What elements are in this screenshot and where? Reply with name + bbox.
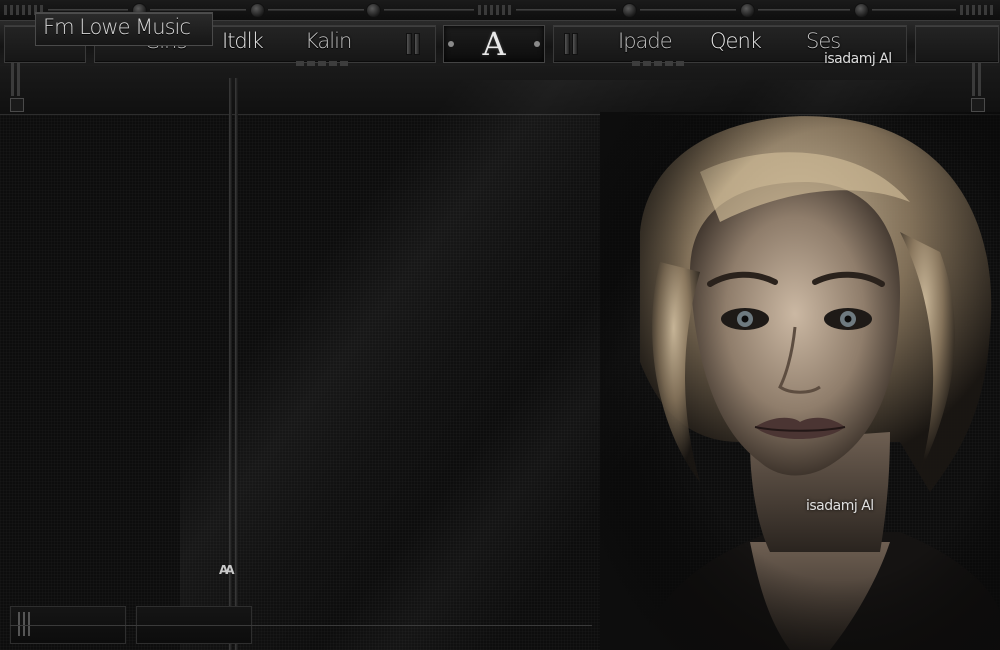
page-title: Fm Lowe Music (43, 15, 191, 39)
nav-item-ipade[interactable]: Ipade (618, 29, 673, 53)
rail-line (640, 9, 736, 11)
rail-line (872, 9, 956, 11)
side-post-square (971, 98, 985, 112)
nav-item-ses[interactable]: Ses (806, 29, 841, 53)
portrait-image (600, 112, 1000, 650)
side-post-left (9, 62, 25, 112)
nav-item-itdlk[interactable]: Itdlk (222, 29, 264, 53)
progress-track (10, 625, 592, 626)
rail-line (48, 9, 128, 11)
bottom-ticks (18, 612, 30, 636)
photo-signature: isadamj Al (806, 498, 874, 514)
rail-line (150, 9, 246, 11)
divider-logo-mark: AA (219, 563, 234, 577)
logo-dot-right (534, 41, 540, 47)
rail-ticks-right (960, 5, 996, 15)
side-post-bars (11, 62, 23, 96)
rail-line (268, 9, 364, 11)
rail-line (516, 9, 616, 11)
side-post-square (10, 98, 24, 112)
rail-knob (854, 3, 869, 18)
rail-line (758, 9, 850, 11)
rail-knob (740, 3, 755, 18)
nav-panel-right-cap (915, 25, 999, 63)
rail-line (384, 9, 474, 11)
rail-knob (622, 3, 637, 18)
rail-knob (366, 3, 381, 18)
signature-top: isadamj Al (824, 51, 892, 67)
logo-box[interactable]: A (443, 25, 545, 63)
logo-letter: A (482, 25, 506, 63)
title-tab[interactable]: Fm Lowe Music (35, 12, 213, 46)
nav-item-qenk[interactable]: Qenk (710, 29, 762, 53)
rail-knob (250, 3, 265, 18)
pause-icon-left (406, 33, 420, 55)
side-post-bars (972, 62, 984, 96)
pause-icon-right (564, 33, 578, 55)
sub-header (0, 66, 1000, 115)
nav-item-kalin[interactable]: Kalin (305, 29, 352, 53)
side-post-right (970, 62, 986, 112)
page: Giris Itdlk Kalin A Ipade Qenk Ses isada… (0, 0, 1000, 650)
rail-ticks-center (478, 5, 512, 15)
